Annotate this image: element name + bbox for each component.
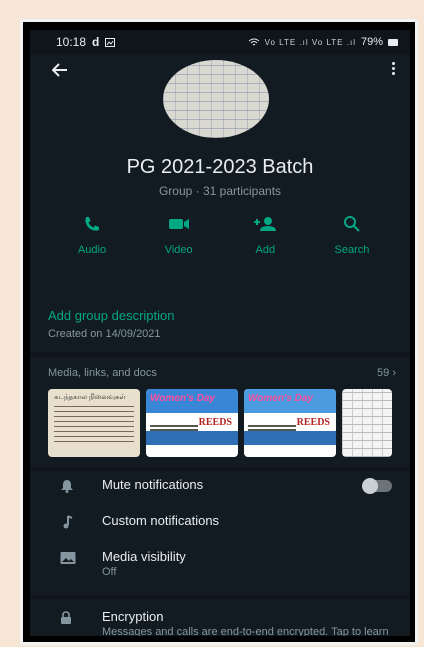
media-visibility-row[interactable]: Media visibility Off: [30, 549, 410, 593]
add-description-link[interactable]: Add group description: [48, 308, 392, 323]
image-icon: [60, 549, 102, 565]
media-thumbnails: கடந்தகால நினைவுகள் Women's Day REEDS Wom…: [48, 389, 410, 457]
thumbnail-title: Women's Day: [248, 393, 313, 404]
encryption-title: Encryption: [102, 609, 164, 624]
group-name[interactable]: PG 2021-2023 Batch: [30, 156, 410, 179]
music-note-icon: [60, 513, 102, 529]
carrier-mark: d: [92, 35, 100, 49]
group-participants: Group · 31 participants: [158, 184, 282, 198]
group-info-screen: 10:18 d Vo LTE .ıl Vo LTE .ıl 79% PG 202…: [30, 30, 410, 636]
group-description-section[interactable]: Add group description Created on 14/09/2…: [30, 294, 410, 352]
back-arrow-icon[interactable]: [51, 60, 68, 83]
media-thumbnail[interactable]: Women's Day REEDS: [146, 389, 238, 457]
thumbnail-title: Women's Day: [150, 393, 215, 404]
thumbnail-brand: REEDS: [198, 417, 232, 428]
media-thumbnail[interactable]: கடந்தகால நினைவுகள்: [48, 389, 140, 457]
media-thumbnail[interactable]: [342, 389, 392, 457]
signal-strength: Vo LTE .ıl Vo LTE .ıl: [264, 37, 356, 47]
media-visibility-label: Media visibility: [102, 549, 186, 564]
video-icon: [168, 214, 190, 234]
custom-notifications-row[interactable]: Custom notifications: [30, 513, 410, 549]
mute-toggle[interactable]: [362, 478, 392, 494]
status-time: 10:18: [56, 35, 87, 49]
thumbnail-title: கடந்தகால நினைவுகள்: [54, 394, 126, 401]
media-section: Media, links, and docs 59 › கடந்தகால நின…: [30, 357, 410, 467]
phone-frame: 10:18 d Vo LTE .ıl Vo LTE .ıl 79% PG 202…: [20, 19, 418, 645]
mute-notifications-row[interactable]: Mute notifications: [30, 477, 410, 513]
thumbnail-brand: REEDS: [296, 417, 330, 428]
group-avatar[interactable]: [163, 60, 269, 138]
media-thumbnail[interactable]: Women's Day REEDS: [244, 389, 336, 457]
action-buttons: Audio Video Add Search: [56, 214, 388, 256]
notification-settings: Mute notifications Custom notifications …: [30, 471, 410, 595]
media-count[interactable]: 59 ›: [377, 367, 396, 379]
media-visibility-value: Off: [102, 566, 117, 578]
encryption-row[interactable]: Encryption Messages and calls are end-to…: [30, 609, 410, 636]
search-icon: [343, 214, 361, 234]
created-date: Created on 14/09/2021: [48, 328, 161, 340]
video-label: Video: [164, 244, 193, 256]
video-call-button[interactable]: Video: [143, 214, 215, 256]
more-options-icon[interactable]: [392, 62, 396, 75]
audio-label: Audio: [77, 244, 107, 256]
encryption-section[interactable]: Encryption Messages and calls are end-to…: [30, 599, 410, 636]
gallery-notification-icon: [105, 37, 116, 47]
search-button[interactable]: Search: [316, 214, 388, 256]
add-person-icon: [252, 214, 278, 234]
search-label: Search: [334, 244, 370, 256]
battery-icon: [388, 38, 398, 46]
encryption-text: Messages and calls are end-to-end encryp…: [102, 626, 389, 636]
bell-icon: [60, 477, 102, 493]
group-header: PG 2021-2023 Batch Group · 31 participan…: [30, 54, 410, 294]
mute-notifications-label: Mute notifications: [102, 477, 204, 492]
add-label: Add: [255, 244, 276, 256]
wifi-icon: [248, 38, 259, 45]
lock-icon: [60, 609, 102, 625]
status-bar: 10:18 d Vo LTE .ıl Vo LTE .ıl 79%: [30, 30, 410, 54]
phone-icon: [83, 214, 101, 234]
media-heading[interactable]: Media, links, and docs: [48, 367, 157, 379]
audio-call-button[interactable]: Audio: [56, 214, 128, 256]
custom-notifications-label: Custom notifications: [102, 513, 220, 528]
battery-percentage: 79%: [360, 36, 383, 48]
add-participant-button[interactable]: Add: [229, 214, 301, 256]
